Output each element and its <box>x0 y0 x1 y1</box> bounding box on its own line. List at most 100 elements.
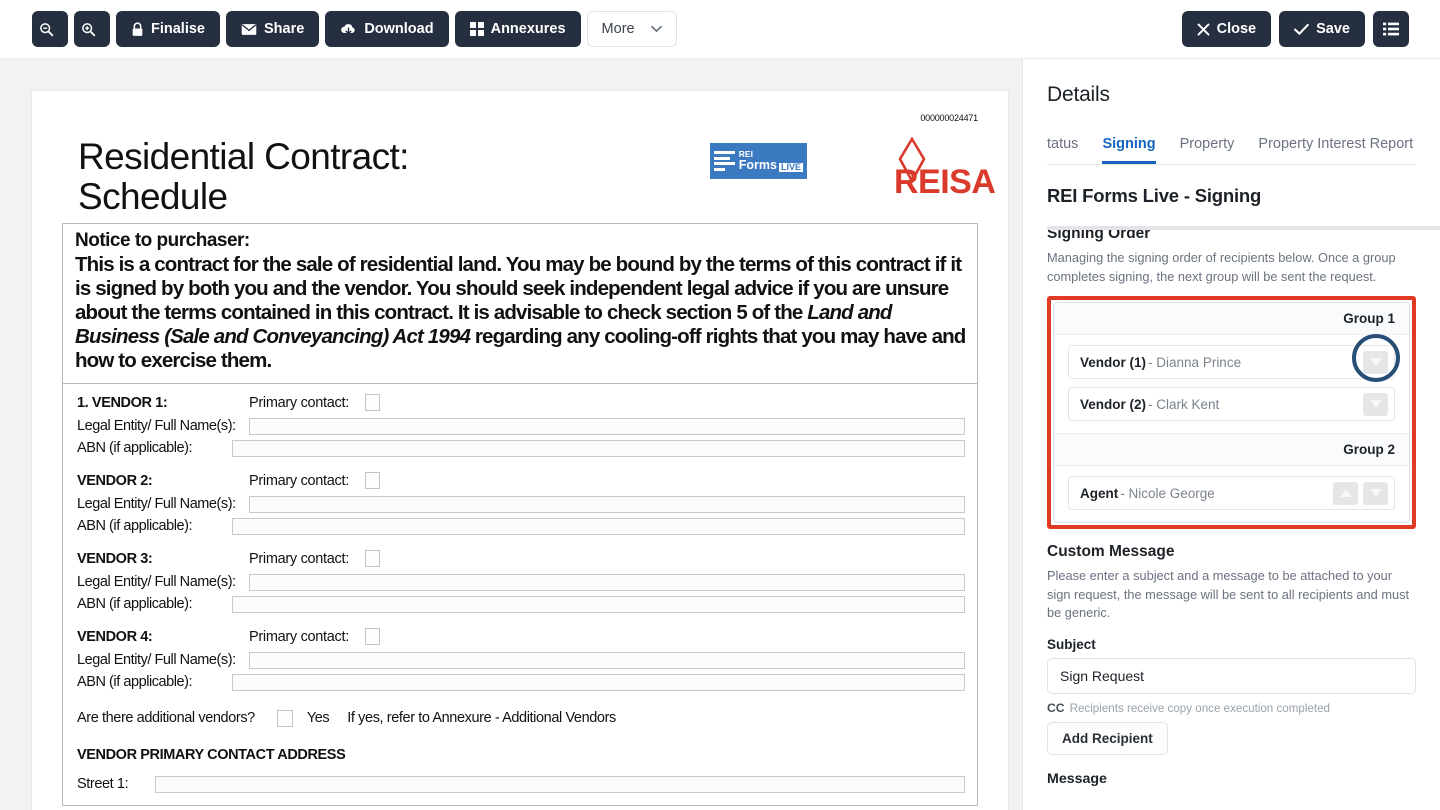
cc-row: CC Recipients receive copy once executio… <box>1047 701 1416 715</box>
recipient-row-agent[interactable]: Agent - Nicole George <box>1068 476 1395 511</box>
group-2-body: Agent - Nicole George <box>1054 466 1409 522</box>
additional-vendors-question: Are there additional vendors? <box>77 710 255 727</box>
move-down-icon[interactable] <box>1363 392 1388 416</box>
save-button[interactable]: Save <box>1279 11 1365 47</box>
vendor-1-primary-contact-checkbox[interactable] <box>364 394 380 412</box>
vendor-2-legal-label: Legal Entity/ Full Name(s): <box>77 496 236 513</box>
additional-vendors-yes-label: Yes <box>306 710 330 727</box>
vendor-2-legal-field[interactable] <box>249 495 965 513</box>
rei-forms-live-logo: REI Forms LIVE <box>710 143 807 179</box>
page-title-line2: Schedule <box>78 175 228 217</box>
details-title: Details <box>1047 83 1110 106</box>
signing-panel-body: REI Forms Live - Signing Signing Order M… <box>1023 165 1440 787</box>
recipient-arrows-vendor-2 <box>1363 392 1388 416</box>
vendor-3-legal-label: Legal Entity/ Full Name(s): <box>77 574 236 591</box>
close-x-icon <box>1197 23 1210 36</box>
recipient-name-vendor-2: - Clark Kent <box>1148 396 1220 412</box>
subject-input[interactable] <box>1047 657 1416 694</box>
recipient-arrows-vendor-1 <box>1363 350 1388 374</box>
street-1-label: Street 1: <box>77 776 129 793</box>
vendor-1-abn-field[interactable] <box>232 439 965 457</box>
vendor-1-primary-contact-label: Primary contact: <box>249 394 349 411</box>
list-menu-button[interactable] <box>1373 11 1409 47</box>
vendor-2-heading: VENDOR 2: <box>77 472 153 489</box>
signing-order-description: Managing the signing order of recipients… <box>1047 250 1396 284</box>
additional-vendors-row: Are there additional vendors? Yes If yes… <box>77 709 965 727</box>
chevron-down-icon <box>650 25 662 33</box>
street-1-row: Street 1: <box>77 775 965 793</box>
zoom-out-button[interactable] <box>32 11 68 47</box>
additional-vendors-checkbox[interactable] <box>276 709 293 727</box>
share-label: Share <box>264 21 305 37</box>
vendor-2-abn-field[interactable] <box>232 517 965 535</box>
share-button[interactable]: Share <box>226 11 320 47</box>
list-icon <box>1383 22 1399 36</box>
rei-forms-bars-icon <box>714 151 735 171</box>
tab-signing[interactable]: Signing <box>1102 136 1156 164</box>
document-viewer[interactable]: 000000024471 Residential Contract: Sched… <box>0 59 1022 810</box>
tab-property-interest-report[interactable]: Property Interest Report <box>1258 136 1413 164</box>
annexures-label: Annexures <box>490 21 566 37</box>
vendor-2-primary-contact-checkbox[interactable] <box>364 472 380 490</box>
rei-forms-logo-line2: Forms <box>738 157 777 172</box>
finalise-button[interactable]: Finalise <box>116 11 220 47</box>
check-icon <box>1294 23 1309 36</box>
recipient-arrows-agent <box>1333 481 1388 505</box>
recipient-role-agent: Agent <box>1080 485 1119 501</box>
recipient-row-vendor-2[interactable]: Vendor (2) - Clark Kent <box>1068 387 1395 422</box>
document-page: 000000024471 Residential Contract: Sched… <box>32 91 1008 810</box>
recipient-name-agent: - Nicole George <box>1120 485 1215 501</box>
cloud-download-icon <box>340 22 357 36</box>
vendor-1-legal-field[interactable] <box>249 417 965 435</box>
rei-forms-logo-badge: LIVE <box>778 161 803 173</box>
download-button[interactable]: Download <box>325 11 449 47</box>
vendor-4-abn-field[interactable] <box>232 673 965 691</box>
envelope-icon <box>241 23 257 36</box>
tab-status[interactable]: tatus <box>1047 136 1078 164</box>
details-header: Details tatus Signing Property Property … <box>1023 59 1440 164</box>
notice-to-purchaser: Notice to purchaser: This is a contract … <box>62 223 978 384</box>
page-title: Residential Contract: Schedule <box>78 137 409 217</box>
message-label: Message <box>1047 770 1107 787</box>
vendor-2-primary-contact-label: Primary contact: <box>249 472 349 489</box>
recipient-role-vendor-1: Vendor (1) <box>1080 354 1147 370</box>
add-recipient-button[interactable]: Add Recipient <box>1047 721 1168 755</box>
recipient-row-vendor-1[interactable]: Vendor (1) - Dianna Prince <box>1068 334 1400 383</box>
zoom-in-button[interactable] <box>74 11 110 47</box>
tabs-horizontal-scrollbar[interactable] <box>1047 226 1440 230</box>
vendor-block-2: VENDOR 2: Primary contact: Legal Entity/… <box>77 470 965 536</box>
grid-icon <box>469 22 484 36</box>
vendor-4-primary-contact-checkbox[interactable] <box>364 628 380 646</box>
workspace: 000000024471 Residential Contract: Sched… <box>0 59 1440 810</box>
group-2-header: Group 2 <box>1054 433 1409 467</box>
move-up-icon[interactable] <box>1333 481 1358 505</box>
signing-order-list: Group 1 Vendor (1) - Dianna Prince Vendo… <box>1053 302 1410 524</box>
vendor-4-abn-label: ABN (if applicable): <box>77 674 193 691</box>
annexures-button[interactable]: Annexures <box>454 11 581 47</box>
vendor-3-abn-field[interactable] <box>232 595 965 613</box>
vendor-3-heading: VENDOR 3: <box>77 550 153 567</box>
vendor-block-3: VENDOR 3: Primary contact: Legal Entity/… <box>77 548 965 614</box>
signing-panel-title: REI Forms Live - Signing <box>1047 185 1262 206</box>
tab-property[interactable]: Property <box>1180 136 1235 164</box>
vendor-primary-contact-address-heading: VENDOR PRIMARY CONTACT ADDRESS <box>77 746 346 763</box>
more-label: More <box>601 21 635 37</box>
subject-label: Subject <box>1047 636 1096 652</box>
move-down-icon[interactable] <box>1363 481 1388 505</box>
group-1-header: Group 1 <box>1054 303 1409 336</box>
recipient-name-vendor-1: - Dianna Prince <box>1148 354 1242 370</box>
vendor-4-legal-field[interactable] <box>249 651 965 669</box>
street-1-field[interactable] <box>155 775 965 793</box>
vendor-3-legal-field[interactable] <box>249 573 965 591</box>
recipient-role-vendor-2: Vendor (2) <box>1080 396 1147 412</box>
signing-order-annotation-box: Group 1 Vendor (1) - Dianna Prince Vendo… <box>1047 296 1416 530</box>
move-down-icon[interactable] <box>1363 350 1388 374</box>
vendor-section: 1. VENDOR 1: Primary contact: Legal Enti… <box>62 383 978 806</box>
vendor-3-primary-contact-checkbox[interactable] <box>364 550 380 568</box>
vendor-1-legal-label: Legal Entity/ Full Name(s): <box>77 418 236 435</box>
vendor-1-heading: 1. VENDOR 1: <box>77 394 168 411</box>
close-button[interactable]: Close <box>1181 11 1272 47</box>
save-label: Save <box>1316 21 1350 37</box>
toolbar-left-group: Finalise Share Download Annexures More <box>0 11 677 47</box>
more-button[interactable]: More <box>586 11 677 47</box>
